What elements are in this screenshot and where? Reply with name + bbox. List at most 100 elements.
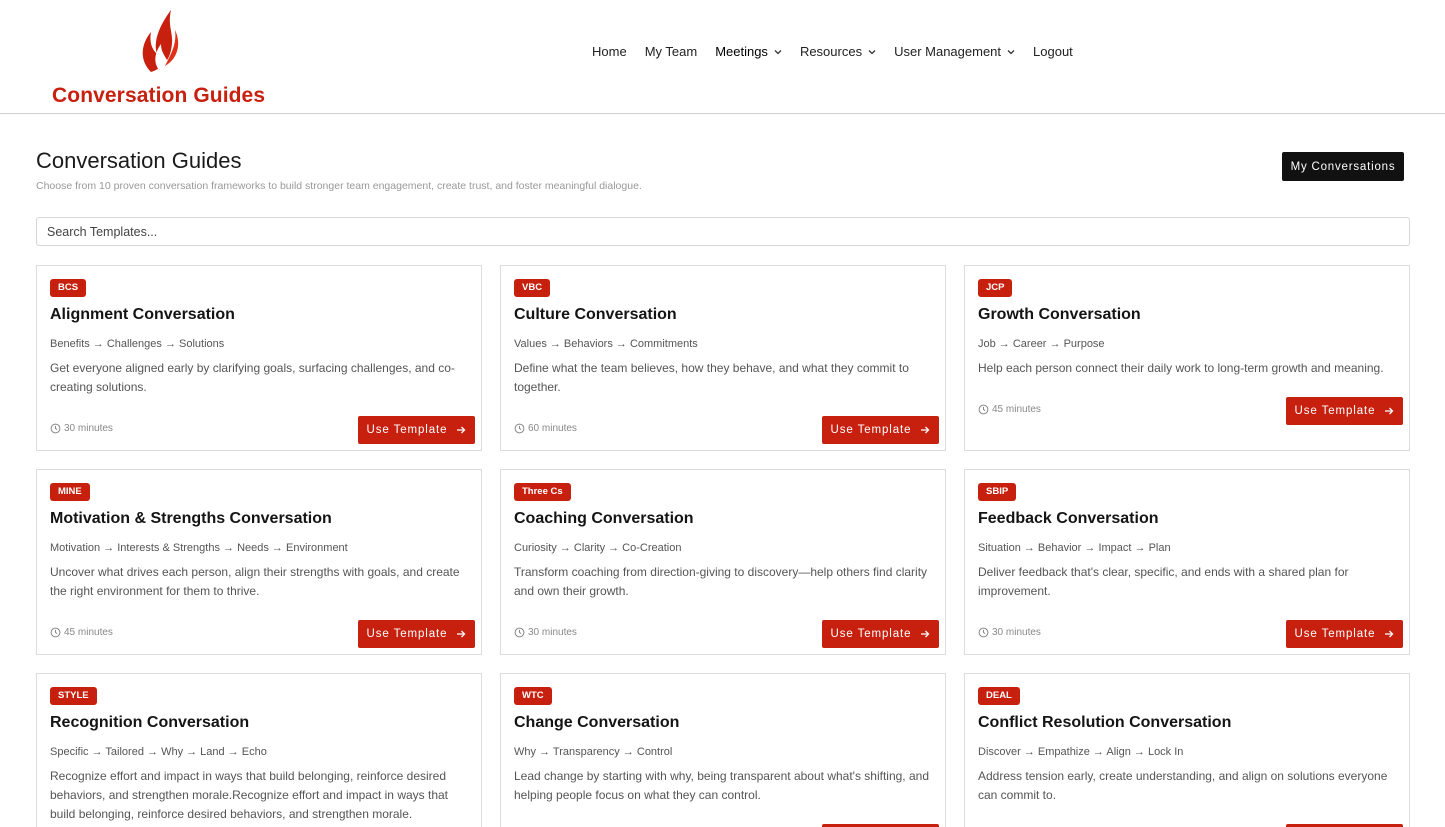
brand-name: Conversation Guides <box>52 84 266 107</box>
chevron-down-icon <box>774 49 782 54</box>
template-duration: 30 minutes <box>50 423 113 434</box>
template-flow: Values → Behaviors → Commitments <box>514 338 698 350</box>
arrow-right-icon <box>921 426 930 434</box>
use-template-button[interactable]: Use Template <box>358 620 475 648</box>
arrow-right-icon <box>921 630 930 638</box>
template-flow: Specific → Tailored → Why → Land → Echo <box>50 746 267 758</box>
template-flow: Job → Career → Purpose <box>978 338 1105 350</box>
site-header: Conversation Guides Home My Team Meeting… <box>0 0 1445 114</box>
nav-meetings[interactable]: Meetings <box>715 44 782 59</box>
chevron-down-icon <box>868 49 876 54</box>
use-template-button[interactable]: Use Template <box>358 416 475 444</box>
arrow-right-icon <box>457 630 466 638</box>
template-description: Define what the team believes, how they … <box>514 361 909 394</box>
arrow-right-icon <box>1385 407 1394 415</box>
template-badge: WTC <box>514 687 552 705</box>
button-label: Use Template <box>366 628 448 640</box>
template-badge: JCP <box>978 279 1013 297</box>
button-label: Use Template <box>366 424 448 436</box>
button-label: Use Template <box>830 424 912 436</box>
template-badge: BCS <box>50 279 87 297</box>
clock-icon <box>978 404 989 415</box>
clock-icon <box>978 627 989 638</box>
template-duration: 30 minutes <box>978 627 1041 638</box>
template-badge: STYLE <box>50 687 97 705</box>
nav-resources[interactable]: Resources <box>800 44 876 59</box>
template-badge: Three Cs <box>514 483 571 501</box>
nav-home[interactable]: Home <box>592 44 627 59</box>
brand-logo[interactable]: Conversation Guides <box>52 4 266 108</box>
template-title: Growth Conversation <box>978 306 1141 323</box>
duration-label: 60 minutes <box>528 423 577 434</box>
arrow-right-icon <box>1385 630 1394 638</box>
template-flow: Why → Transparency → Control <box>514 746 673 758</box>
template-description: Help each person connect their daily wor… <box>978 361 1384 375</box>
template-title: Motivation & Strengths Conversation <box>50 510 332 527</box>
template-card: MINE Motivation & Strengths Conversation… <box>36 469 482 655</box>
template-description: Deliver feedback that's clear, specific,… <box>978 565 1349 598</box>
main-nav: Home My Team Meetings Resources User Man… <box>592 44 1091 59</box>
template-card: VBC Culture Conversation Values → Behavi… <box>500 265 946 451</box>
template-duration: 45 minutes <box>50 627 113 638</box>
nav-logout[interactable]: Logout <box>1033 44 1073 59</box>
template-title: Conflict Resolution Conversation <box>978 714 1232 731</box>
button-label: Use Template <box>1294 405 1376 417</box>
clock-icon <box>514 627 525 638</box>
template-description: Recognize effort and impact in ways that… <box>50 769 449 821</box>
template-duration: 60 minutes <box>514 423 577 434</box>
template-title: Recognition Conversation <box>50 714 250 731</box>
template-title: Alignment Conversation <box>50 306 235 323</box>
duration-label: 45 minutes <box>64 627 113 638</box>
duration-label: 30 minutes <box>64 423 113 434</box>
nav-label: Meetings <box>715 44 768 59</box>
template-card: Three Cs Coaching Conversation Curiosity… <box>500 469 946 655</box>
arrow-right-icon <box>457 426 466 434</box>
nav-user-management[interactable]: User Management <box>894 44 1015 59</box>
template-badge: SBIP <box>978 483 1017 501</box>
template-flow: Motivation → Interests & Strengths → Nee… <box>50 542 348 554</box>
nav-label: User Management <box>894 44 1002 59</box>
template-badge: VBC <box>514 279 551 297</box>
flame-logo-icon <box>142 10 179 72</box>
nav-label: Resources <box>799 44 863 59</box>
page-subtitle: Choose from 10 proven conversation frame… <box>36 180 642 192</box>
template-title: Feedback Conversation <box>978 510 1159 527</box>
nav-label: My Team <box>644 44 698 59</box>
nav-label: Logout <box>1033 44 1073 59</box>
template-duration: 30 minutes <box>514 627 577 638</box>
template-flow: Situation → Behavior → Impact → Plan <box>978 542 1171 554</box>
template-badge: MINE <box>50 483 90 501</box>
use-template-button[interactable]: Use Template <box>1286 397 1403 425</box>
template-duration: 45 minutes <box>978 404 1041 415</box>
duration-label: 30 minutes <box>528 627 577 638</box>
nav-my-team[interactable]: My Team <box>645 44 698 59</box>
template-flow: Benefits → Challenges → Solutions <box>50 338 225 350</box>
template-card: DEAL Conflict Resolution Conversation Di… <box>964 673 1410 827</box>
template-badge: DEAL <box>978 687 1020 705</box>
clock-icon <box>514 423 525 434</box>
clock-icon <box>50 627 61 638</box>
template-description: Address tension early, create understand… <box>978 769 1388 802</box>
template-description: Get everyone aligned early by clarifying… <box>50 361 455 394</box>
button-label: Use Template <box>830 628 912 640</box>
use-template-button[interactable]: Use Template <box>822 416 939 444</box>
search-input[interactable] <box>36 217 1410 246</box>
template-description: Uncover what drives each person, align t… <box>50 565 460 598</box>
duration-label: 45 minutes <box>992 404 1041 415</box>
template-title: Culture Conversation <box>514 306 677 323</box>
use-template-button[interactable]: Use Template <box>1286 620 1403 648</box>
button-label: Use Template <box>1294 628 1376 640</box>
page-title: Conversation Guides <box>36 148 242 173</box>
use-template-button[interactable]: Use Template <box>822 620 939 648</box>
chevron-down-icon <box>1007 49 1015 54</box>
template-title: Change Conversation <box>514 714 680 731</box>
template-description: Transform coaching from direction-giving… <box>514 565 928 598</box>
clock-icon <box>50 423 61 434</box>
template-card: WTC Change Conversation Why → Transparen… <box>500 673 946 827</box>
template-card: STYLE Recognition Conversation Specific … <box>36 673 482 827</box>
template-card: SBIP Feedback Conversation Situation → B… <box>964 469 1410 655</box>
template-title: Coaching Conversation <box>514 510 694 527</box>
my-conversations-button[interactable]: My Conversations <box>1282 152 1404 181</box>
template-card: JCP Growth Conversation Job → Career → P… <box>964 265 1410 451</box>
template-description: Lead change by starting with why, being … <box>514 769 929 802</box>
